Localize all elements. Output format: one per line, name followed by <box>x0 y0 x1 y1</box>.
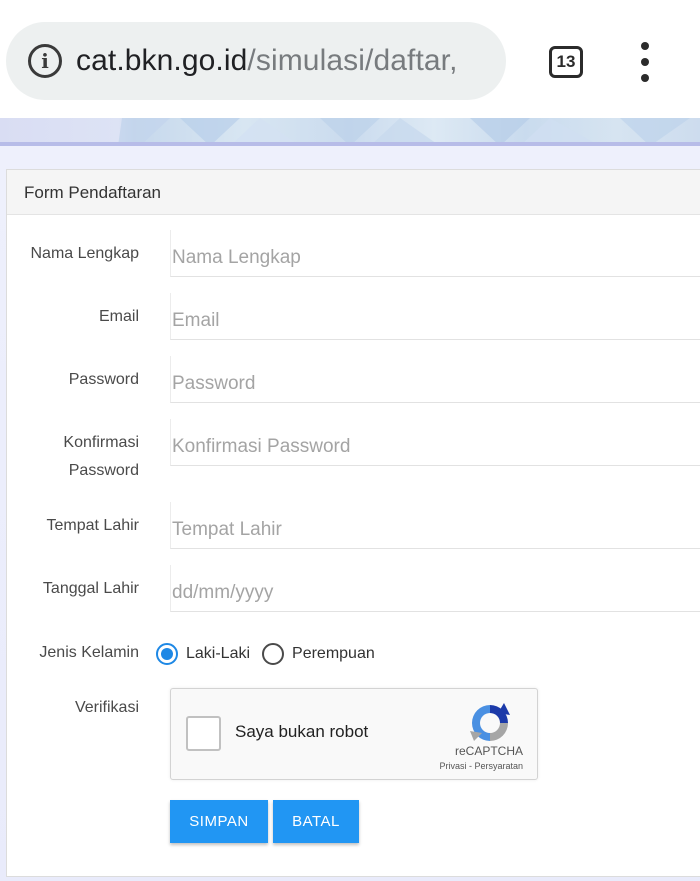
label-email: Email <box>98 308 139 325</box>
recaptcha-logo-icon <box>470 703 510 741</box>
registration-panel: Form Pendaftaran Nama Lengkap Email Pass… <box>6 169 700 877</box>
email-input[interactable] <box>171 293 700 339</box>
radio-laki-laki[interactable] <box>156 643 178 665</box>
field-email <box>170 293 700 340</box>
label-jenis-kelamin: Jenis Kelamin <box>39 644 139 661</box>
recaptcha-widget: Saya bukan robot reCAPTCHA Privasi - Per… <box>170 688 538 780</box>
cancel-button[interactable]: BATAL <box>273 800 359 843</box>
recaptcha-text: Saya bukan robot <box>235 722 369 741</box>
label-verifikasi: Verifikasi <box>74 699 139 716</box>
field-tanggal-lahir <box>170 565 700 612</box>
gender-radio-group: Laki-Laki Perempuan <box>156 640 387 668</box>
label-konfirmasi-line1: Konfirmasi <box>63 434 139 451</box>
panel-header: Form Pendaftaran <box>7 170 700 215</box>
label-password: Password <box>68 371 139 388</box>
recaptcha-brand: reCAPTCHA <box>454 744 523 758</box>
label-nama-lengkap: Nama Lengkap <box>30 245 139 262</box>
panel-title: Form Pendaftaran <box>24 183 162 202</box>
address-bar[interactable]: i cat.bkn.go.id/simulasi/daftar, <box>6 22 506 100</box>
radio-label-perempuan[interactable]: Perempuan <box>292 645 375 663</box>
nama-lengkap-input[interactable] <box>171 230 700 276</box>
recaptcha-checkbox[interactable] <box>186 716 221 751</box>
radio-perempuan[interactable] <box>262 643 285 665</box>
password-input[interactable] <box>171 356 700 402</box>
url-host: cat.bkn.go.id <box>76 44 248 77</box>
label-tempat-lahir: Tempat Lahir <box>46 517 140 534</box>
konfirmasi-password-input[interactable] <box>171 419 700 465</box>
info-icon[interactable]: i <box>28 44 62 78</box>
browser-toolbar: i cat.bkn.go.id/simulasi/daftar, 13 <box>0 0 700 118</box>
label-tanggal-lahir: Tanggal Lahir <box>42 580 139 597</box>
recaptcha-links[interactable]: Privasi - Persyaratan <box>439 761 523 771</box>
field-konfirmasi-password <box>170 419 700 466</box>
tab-switcher-button[interactable]: 13 <box>549 46 583 78</box>
field-password <box>170 356 700 403</box>
more-menu-icon[interactable] <box>636 42 654 82</box>
label-konfirmasi-line2: Password <box>68 462 139 479</box>
radio-label-laki-laki[interactable]: Laki-Laki <box>186 645 250 663</box>
field-nama-lengkap <box>170 230 700 277</box>
save-button[interactable]: SIMPAN <box>170 800 268 843</box>
url-path: /simulasi/daftar, <box>247 44 458 77</box>
url-text[interactable]: cat.bkn.go.id/simulasi/daftar, <box>76 44 458 78</box>
tanggal-lahir-input[interactable] <box>171 565 700 611</box>
tempat-lahir-input[interactable] <box>171 502 700 548</box>
field-tempat-lahir <box>170 502 700 549</box>
